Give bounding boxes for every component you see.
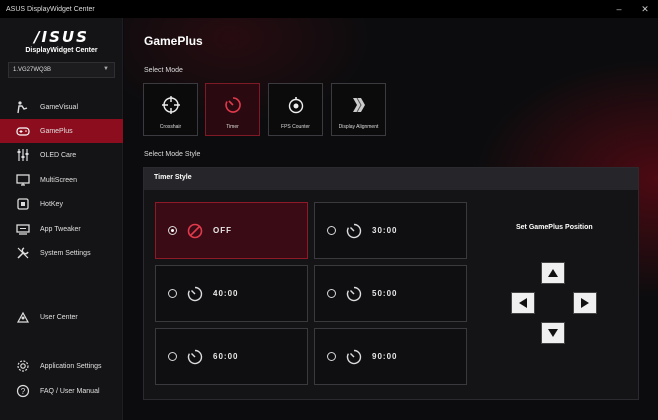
timer-icon [187,286,203,302]
gamevisual-icon [16,100,30,114]
arrow-left-icon [519,298,527,308]
radio-button[interactable] [168,226,177,235]
disabled-icon [187,223,203,239]
timer-option-40[interactable]: 40:00 [155,265,308,322]
radio-button[interactable] [327,226,336,235]
app-tweaker-icon [16,222,30,236]
position-title: Set GamePlus Position [516,224,593,231]
monitor-icon [16,173,30,187]
arrow-down-icon [548,329,558,337]
sidebar-item-label: GameVisual [40,103,79,111]
timer-icon [346,349,362,365]
timer-option-label: 40:00 [213,289,239,298]
position-up-button[interactable] [541,262,565,284]
sidebar-item-gamevisual[interactable]: GameVisual [0,95,123,119]
arrow-right-icon [581,298,589,308]
hotkey-icon [16,197,30,211]
sidebar-item-hotkey[interactable]: HotKey [0,192,123,216]
mode-tile-crosshair[interactable]: Crosshair [143,83,198,136]
timer-option-90[interactable]: 90:00 [314,328,467,385]
help-icon: ? [16,384,30,398]
timer-icon [346,286,362,302]
timer-style-header: Timer Style [144,168,638,190]
timer-option-off[interactable]: OFF [155,202,308,259]
chevron-down-icon: ▼ [103,66,109,72]
sidebar-item-faq[interactable]: ? FAQ / User Manual [0,379,123,403]
mode-tile-display-alignment[interactable]: Display Alignment [331,83,386,136]
radio-button[interactable] [168,289,177,298]
asus-logo: /ISUS DisplayWidget Center [0,28,123,54]
fps-counter-icon [285,94,307,116]
wrench-icon [16,246,30,260]
user-center-icon [16,310,30,324]
mode-label: Crosshair [159,124,182,130]
minimize-button[interactable]: – [606,0,632,18]
timer-option-30[interactable]: 30:00 [314,202,467,259]
brand-logo: /ISUS [34,28,89,46]
timer-option-label: 30:00 [372,226,398,235]
mode-tile-fps-counter[interactable]: FPS Counter [268,83,323,136]
sidebar-item-label: HotKey [40,200,63,208]
timer-option-50[interactable]: 50:00 [314,265,467,322]
sidebar-item-label: Application Settings [40,362,102,370]
sliders-icon [16,148,30,162]
radio-button[interactable] [168,352,177,361]
sidebar-item-label: App Tweaker [40,225,81,233]
select-mode-style-label: Select Mode Style [144,151,201,158]
select-mode-label: Select Mode [144,67,183,74]
timer-option-60[interactable]: 60:00 [155,328,308,385]
sidebar-item-app-tweaker[interactable]: App Tweaker [0,217,123,241]
sidebar-item-label: OLED Care [40,151,77,159]
timer-option-label: 60:00 [213,352,239,361]
position-right-button[interactable] [573,292,597,314]
timer-option-label: 50:00 [372,289,398,298]
monitor-select[interactable]: 1.VG27WQ3B ▼ [8,62,115,78]
sidebar-item-label: System Settings [40,249,91,257]
mode-label: FPS Counter [281,124,310,130]
timer-option-label: 90:00 [372,352,398,361]
timer-option-label: OFF [213,226,232,235]
main-content: GamePlus Select Mode Crosshair Timer FPS… [124,18,658,420]
mode-label: Display Alignment [338,124,379,130]
title-bar: ASUS DisplayWidget Center – ✕ [0,0,658,18]
close-button[interactable]: ✕ [632,0,658,18]
gamepad-icon [16,124,30,138]
sidebar-item-multiscreen[interactable]: MultiScreen [0,168,123,192]
sidebar-item-application-settings[interactable]: Application Settings [0,354,123,378]
page-title: GamePlus [144,34,203,48]
gear-icon [16,359,30,373]
app-name: DisplayWidget Center [25,47,98,54]
sidebar: /ISUS DisplayWidget Center 1.VG27WQ3B ▼ … [0,18,123,420]
mode-label: Timer [226,124,239,130]
sidebar-item-label: MultiScreen [40,176,77,184]
sidebar-item-system-settings[interactable]: System Settings [0,241,123,265]
radio-button[interactable] [327,289,336,298]
timer-icon [222,94,244,116]
sidebar-item-label: User Center [40,313,78,321]
radio-button[interactable] [327,352,336,361]
monitor-select-value: 1.VG27WQ3B [13,67,52,73]
crosshair-icon [160,94,182,116]
timer-style-panel: Timer Style OFF 30:00 40:00 50:00 60:00 … [143,167,639,400]
position-down-button[interactable] [541,322,565,344]
timer-icon [346,223,362,239]
display-alignment-icon [348,94,370,116]
window-title: ASUS DisplayWidget Center [6,5,95,13]
sidebar-item-user-center[interactable]: User Center [0,305,123,329]
svg-text:?: ? [21,387,26,396]
sidebar-item-gameplus[interactable]: GamePlus [0,119,123,143]
sidebar-item-oled-care[interactable]: OLED Care [0,143,123,167]
arrow-up-icon [548,269,558,277]
sidebar-item-label: FAQ / User Manual [40,387,100,395]
mode-tile-timer[interactable]: Timer [205,83,260,136]
sidebar-item-label: GamePlus [40,127,73,135]
timer-icon [187,349,203,365]
position-left-button[interactable] [511,292,535,314]
